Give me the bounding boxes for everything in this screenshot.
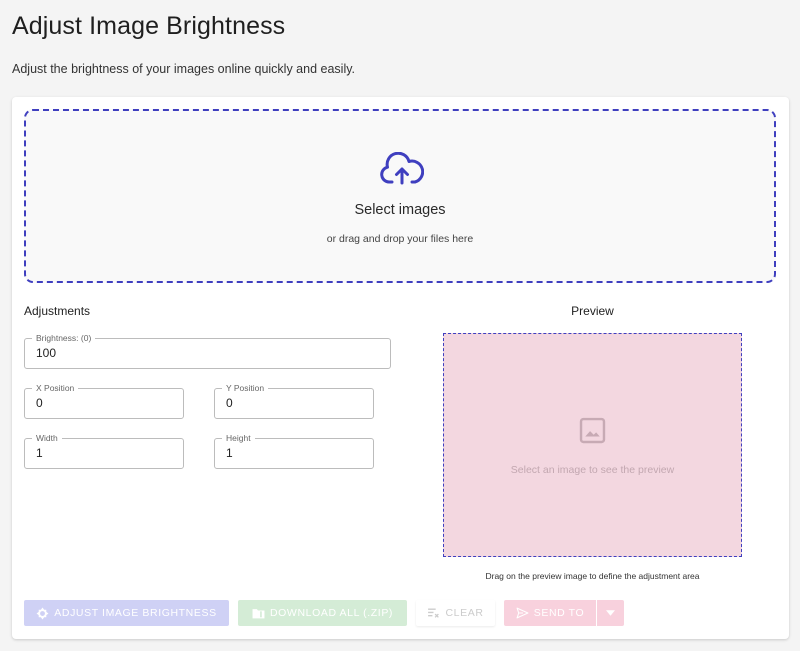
width-field[interactable]: Width [24,432,184,469]
height-input[interactable] [226,446,365,460]
x-position-field[interactable]: X Position [24,382,184,419]
width-input[interactable] [36,446,175,460]
adjust-brightness-label: ADJUST IMAGE BRIGHTNESS [54,607,217,619]
y-position-label: Y Position [222,382,269,394]
page-subtitle: Adjust the brightness of your images onl… [12,62,356,76]
x-position-label: X Position [32,382,79,394]
clear-button[interactable]: CLEAR [416,600,495,626]
send-icon [516,607,529,619]
preview-heading: Preview [571,304,614,318]
dropzone-subtitle: or drag and drop your files here [326,233,474,245]
tool-card: Select images or drag and drop your file… [12,97,789,639]
height-label: Height [222,432,255,444]
brightness-input[interactable] [36,346,382,360]
send-to-label: SEND TO [533,607,585,619]
y-position-field[interactable]: Y Position [214,382,374,419]
send-to-button[interactable]: SEND TO [504,600,596,626]
preview-area[interactable]: Select an image to see the preview [443,333,742,557]
adjustments-heading: Adjustments [24,304,91,318]
download-all-button[interactable]: DOWNLOAD ALL (.ZIP) [238,600,407,626]
clear-label: CLEAR [445,607,484,619]
preview-hint: Drag on the preview image to define the … [485,571,700,581]
cloud-upload-icon [380,152,424,185]
page-title: Adjust Image Brightness [12,12,286,40]
y-position-input[interactable] [226,396,365,410]
file-dropzone[interactable]: Select images or drag and drop your file… [24,109,776,283]
brightness-label: Brightness: (0) [32,332,96,344]
dropzone-title[interactable]: Select images [26,202,774,218]
caret-down-icon [606,610,615,616]
height-field[interactable]: Height [214,432,374,469]
brightness-icon [36,607,49,619]
download-all-label: DOWNLOAD ALL (.ZIP) [269,607,394,619]
width-label: Width [32,432,62,444]
brightness-field[interactable]: Brightness: (0) [24,332,391,369]
image-icon [579,417,606,444]
adjust-brightness-button[interactable]: ADJUST IMAGE BRIGHTNESS [24,600,229,626]
folder-zip-icon [252,608,265,618]
preview-placeholder: Select an image to see the preview [510,464,675,476]
x-position-input[interactable] [36,396,175,410]
clear-list-icon [428,608,440,618]
send-to-menu-toggle[interactable] [597,600,624,626]
